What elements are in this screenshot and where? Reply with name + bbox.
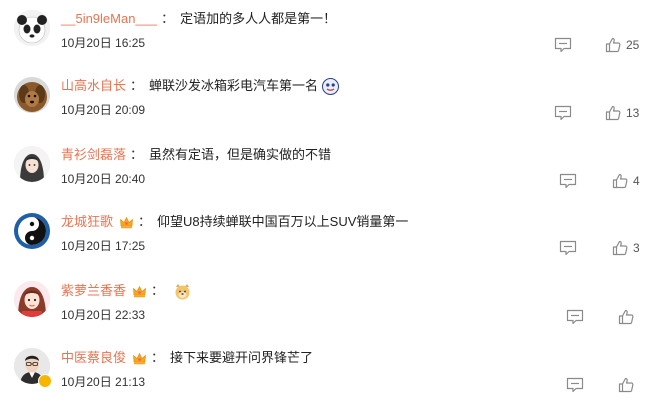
colon-separator: ：: [130, 78, 144, 93]
thumbs-up-icon: [605, 37, 621, 53]
comment-timestamp: 10月20日 17:25: [61, 239, 146, 253]
verified-badge-icon: [38, 374, 52, 388]
comment-line: 中医蔡良俊 ： 接下来要避开问界锋芒了: [61, 349, 313, 367]
like-button[interactable]: 3: [612, 239, 640, 257]
username-link[interactable]: 龙城狂歌: [61, 213, 113, 231]
comment-item: 中医蔡良俊 ： 接下来要避开问界锋芒了 10月20日 21:13: [0, 334, 660, 400]
colon-separator: ：: [161, 11, 175, 26]
crown-vip-icon: [119, 215, 134, 230]
thumbs-up-icon: [618, 377, 634, 393]
like-button[interactable]: 13: [605, 104, 639, 122]
avatar[interactable]: [14, 10, 50, 46]
comment-timestamp: 10月20日 20:40: [61, 172, 146, 186]
like-count: 3: [633, 241, 640, 255]
like-button[interactable]: [618, 308, 639, 326]
thumbs-up-icon: [618, 309, 634, 325]
colon-separator: ：: [151, 350, 165, 365]
colon-separator: ：: [130, 147, 144, 162]
username-link[interactable]: 中医蔡良俊: [61, 349, 126, 367]
comment-line: 龙城狂歌 ： 仰望U8持续蝉联中国百万以上SUV销量第一: [61, 213, 408, 231]
comment-timestamp: 10月20日 20:09: [61, 103, 146, 117]
comment-icon: [559, 173, 577, 189]
comment-item: 紫萝兰香香 ： 10月20日 22:33: [0, 267, 660, 333]
like-count: 13: [626, 106, 640, 120]
username-link[interactable]: __5in9leMan___: [61, 10, 157, 28]
comment-item: __5in9leMan___ ： 定语加的多人人都是第一！ 10月20日 16:…: [0, 0, 660, 66]
comment-text: 蝉联沙发冰箱彩电汽车第一名: [149, 78, 319, 93]
comment-item: 山高水自长 ： 蝉联沙发冰箱彩电汽车第一名 10月20日 20:09 13: [0, 66, 660, 132]
comment-line: 山高水自长 ： 蝉联沙发冰箱彩电汽车第一名: [61, 77, 340, 95]
crown-vip-icon: [132, 351, 147, 366]
comment-line: 青衫剑磊落 ： 虽然有定语，但是确实做的不错: [61, 146, 331, 164]
comment-text: 虽然有定语，但是确实做的不错: [149, 147, 332, 162]
doge-emoji-icon: [174, 283, 191, 300]
reply-button[interactable]: [559, 173, 577, 189]
username-link[interactable]: 山高水自长: [61, 77, 126, 95]
comment-icon: [559, 240, 577, 256]
comment-text: 定语加的多人人都是第一！: [180, 11, 337, 26]
like-count: 4: [633, 174, 640, 188]
comment-text: 接下来要避开问界锋芒了: [170, 350, 314, 365]
comment-timestamp: 10月20日 21:13: [61, 375, 146, 389]
thumbs-up-icon: [612, 173, 628, 189]
like-button[interactable]: 4: [612, 172, 640, 190]
comment-timestamp: 10月20日 22:33: [61, 308, 146, 322]
thumbs-up-icon: [605, 105, 621, 121]
comment-icon: [554, 105, 572, 121]
comment-line: __5in9leMan___ ： 定语加的多人人都是第一！: [61, 10, 336, 28]
like-count: 25: [626, 38, 640, 52]
reply-button[interactable]: [559, 240, 577, 256]
comment-icon: [566, 309, 584, 325]
colon-separator: ：: [138, 214, 152, 229]
doge-emoji-icon: [322, 77, 340, 95]
crown-vip-icon: [132, 284, 147, 299]
like-button[interactable]: 25: [605, 36, 639, 54]
avatar[interactable]: [14, 213, 50, 249]
like-button[interactable]: [618, 376, 639, 394]
avatar[interactable]: [14, 77, 50, 113]
comment-icon: [566, 377, 584, 393]
username-link[interactable]: 青衫剑磊落: [61, 146, 126, 164]
username-link[interactable]: 紫萝兰香香: [61, 282, 126, 300]
comment-text: 仰望U8持续蝉联中国百万以上SUV销量第一: [157, 214, 409, 229]
colon-separator: ：: [151, 283, 165, 298]
comment-icon: [554, 37, 572, 53]
reply-button[interactable]: [554, 105, 572, 121]
avatar[interactable]: [14, 146, 50, 182]
comment-item: 龙城狂歌 ： 仰望U8持续蝉联中国百万以上SUV销量第一 10月20日 17:2…: [0, 199, 660, 265]
avatar[interactable]: [14, 281, 50, 317]
comment-line: 紫萝兰香香 ：: [61, 282, 191, 300]
reply-button[interactable]: [566, 309, 584, 325]
reply-button[interactable]: [566, 377, 584, 393]
comment-item: 青衫剑磊落 ： 虽然有定语，但是确实做的不错 10月20日 20:40 4: [0, 132, 660, 198]
reply-button[interactable]: [554, 37, 572, 53]
thumbs-up-icon: [612, 240, 628, 256]
comment-timestamp: 10月20日 16:25: [61, 36, 146, 50]
